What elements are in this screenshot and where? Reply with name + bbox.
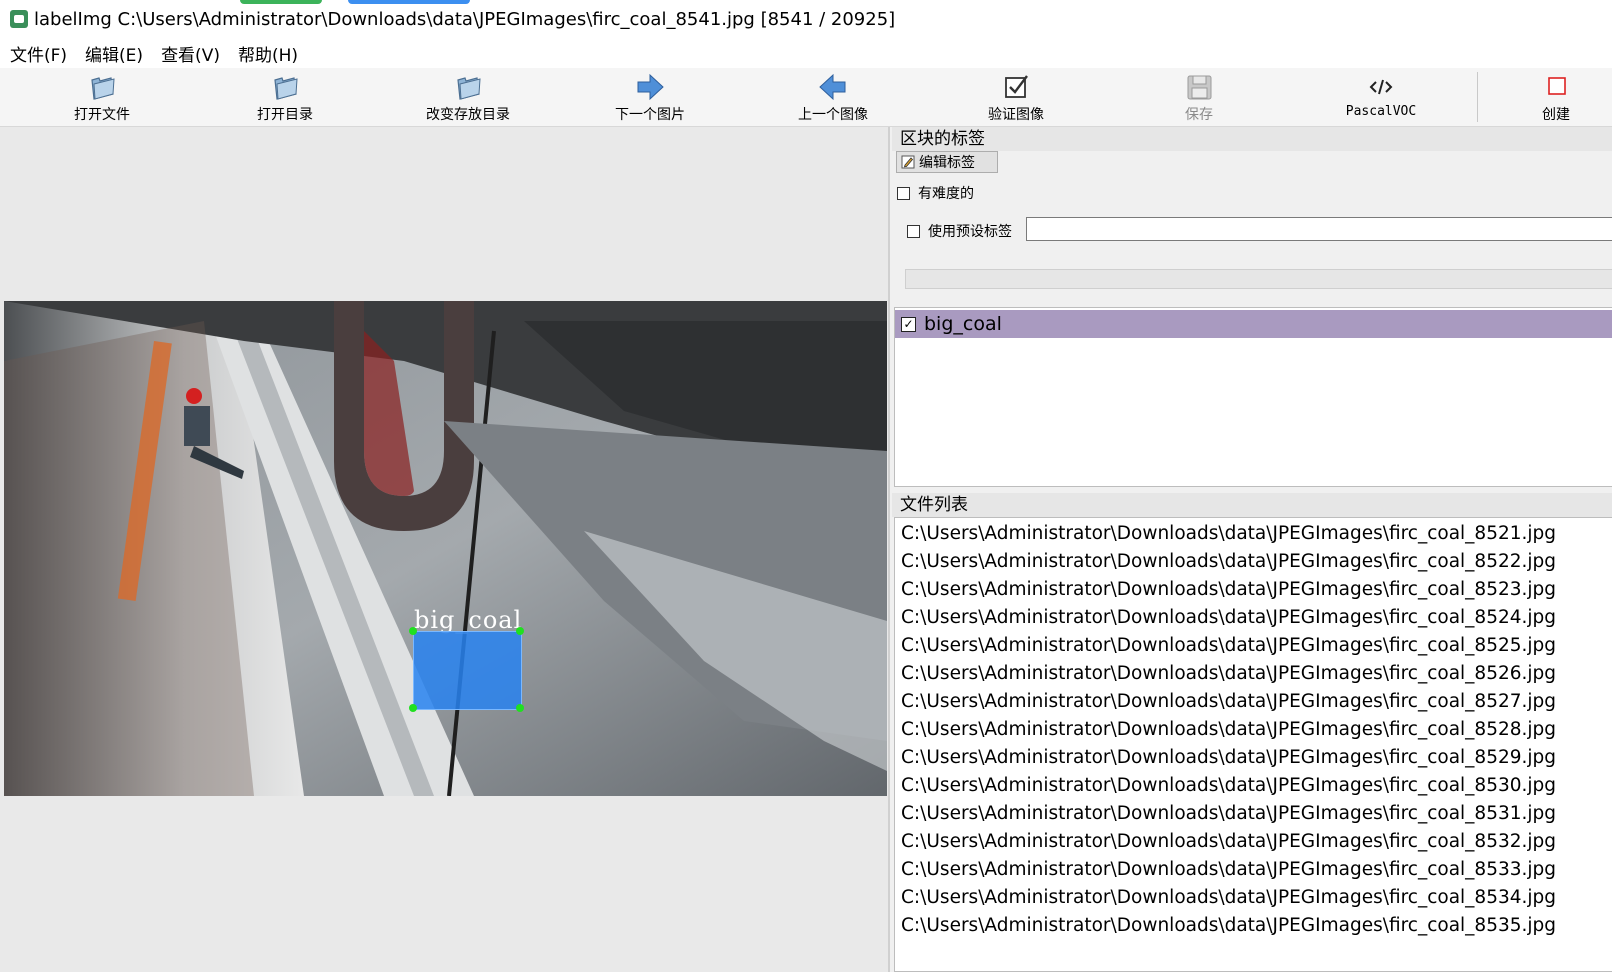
menu-file[interactable]: 文件(F) bbox=[2, 41, 75, 66]
prev-image-label: 上一个图像 bbox=[798, 107, 868, 123]
prev-image-button[interactable]: 上一个图像 bbox=[758, 68, 908, 126]
folder-icon bbox=[453, 72, 483, 102]
edit-label-button[interactable]: 编辑标签 bbox=[896, 151, 998, 173]
file-list-item[interactable]: C:\Users\Administrator\Downloads\data\JP… bbox=[901, 772, 1556, 800]
change-save-dir-label: 改变存放目录 bbox=[426, 107, 510, 123]
title-tab-decoration bbox=[240, 0, 322, 4]
label-list: ✓ big_coal bbox=[894, 307, 1612, 487]
folder-icon bbox=[270, 72, 300, 102]
bbox-handle-bottom-left[interactable] bbox=[409, 704, 417, 712]
file-list-item[interactable]: C:\Users\Administrator\Downloads\data\JP… bbox=[901, 576, 1556, 604]
file-list-item[interactable]: C:\Users\Administrator\Downloads\data\JP… bbox=[901, 688, 1556, 716]
arrow-left-icon bbox=[818, 72, 848, 102]
menu-help[interactable]: 帮助(H) bbox=[230, 41, 306, 66]
file-list-item[interactable]: C:\Users\Administrator\Downloads\data\JP… bbox=[901, 884, 1556, 912]
create-rectbox-button[interactable]: 创建 bbox=[1486, 68, 1612, 126]
checkbox-icon bbox=[1001, 72, 1031, 102]
verify-image-button[interactable]: 验证图像 bbox=[941, 68, 1091, 126]
file-list-item[interactable]: C:\Users\Administrator\Downloads\data\JP… bbox=[901, 828, 1556, 856]
open-file-label: 打开文件 bbox=[74, 107, 130, 123]
label-filter-combobox[interactable] bbox=[905, 269, 1612, 289]
difficult-label: 有难度的 bbox=[918, 186, 974, 202]
label-item-text: big_coal bbox=[924, 313, 1002, 335]
bbox-handle-bottom-right[interactable] bbox=[516, 704, 524, 712]
edit-label-button-text: 编辑标签 bbox=[919, 155, 975, 171]
difficult-checkbox[interactable] bbox=[897, 186, 910, 200]
next-image-button[interactable]: 下一个图片 bbox=[575, 68, 725, 126]
use-default-label-checkbox[interactable] bbox=[907, 224, 920, 238]
labelimg-app-icon bbox=[10, 10, 28, 28]
annotated-image[interactable] bbox=[4, 301, 887, 796]
bbox-label-text: big_coal bbox=[414, 606, 523, 634]
title-tab-decoration bbox=[348, 0, 470, 4]
next-image-label: 下一个图片 bbox=[615, 107, 685, 123]
box-labels-dock-title: 区块的标签 bbox=[892, 127, 1612, 151]
label-list-item[interactable]: ✓ big_coal bbox=[895, 310, 1612, 338]
bbox-handle-top-left[interactable] bbox=[409, 627, 417, 635]
file-list-item[interactable]: C:\Users\Administrator\Downloads\data\JP… bbox=[901, 744, 1556, 772]
open-dir-label: 打开目录 bbox=[257, 107, 313, 123]
folder-icon bbox=[87, 72, 117, 102]
file-list-item[interactable]: C:\Users\Administrator\Downloads\data\JP… bbox=[901, 604, 1556, 632]
file-list-item[interactable]: C:\Users\Administrator\Downloads\data\JP… bbox=[901, 800, 1556, 828]
menu-edit[interactable]: 编辑(E) bbox=[77, 41, 151, 66]
file-list-dock: 文件列表 C:\Users\Administrator\Downloads\da… bbox=[892, 493, 1612, 972]
title-bar: labelImg C:\Users\Administrator\Download… bbox=[0, 0, 1612, 38]
menu-view[interactable]: 查看(V) bbox=[153, 41, 228, 66]
labelimg-window: labelImg C:\Users\Administrator\Download… bbox=[0, 0, 1612, 972]
file-list-item[interactable]: C:\Users\Administrator\Downloads\data\JP… bbox=[901, 716, 1556, 744]
create-box-icon bbox=[1541, 72, 1571, 102]
save-button[interactable]: 保存 bbox=[1124, 68, 1274, 126]
open-file-button[interactable]: 打开文件 bbox=[27, 68, 177, 126]
bounding-box[interactable] bbox=[413, 631, 522, 710]
floppy-disk-icon bbox=[1184, 72, 1214, 102]
file-list-item[interactable]: C:\Users\Administrator\Downloads\data\JP… bbox=[901, 548, 1556, 576]
file-list-dock-title: 文件列表 bbox=[892, 493, 1612, 517]
file-list-item[interactable]: C:\Users\Administrator\Downloads\data\JP… bbox=[901, 660, 1556, 688]
pencil-icon bbox=[901, 155, 915, 169]
toolbar-separator bbox=[1477, 72, 1478, 122]
save-label: 保存 bbox=[1185, 107, 1213, 123]
file-list-item[interactable]: C:\Users\Administrator\Downloads\data\JP… bbox=[901, 856, 1556, 884]
window-title: labelImg C:\Users\Administrator\Download… bbox=[34, 8, 896, 30]
menu-bar: 文件(F) 编辑(E) 查看(V) 帮助(H) bbox=[0, 38, 1612, 68]
box-labels-dock: 区块的标签 编辑标签 有难度的 使用预设标签 ✓ big_coal bbox=[892, 127, 1612, 489]
toolbar: 打开文件 打开目录 改变存放目录 下一个图片 上一个图像 验证图像 保存 Pas… bbox=[0, 68, 1612, 127]
code-icon bbox=[1366, 72, 1396, 102]
default-label-input[interactable] bbox=[1026, 217, 1612, 241]
file-list: C:\Users\Administrator\Downloads\data\JP… bbox=[894, 517, 1612, 972]
difficult-row: 有难度的 bbox=[897, 183, 974, 203]
file-list-item[interactable]: C:\Users\Administrator\Downloads\data\JP… bbox=[901, 520, 1556, 548]
file-list-item[interactable]: C:\Users\Administrator\Downloads\data\JP… bbox=[901, 632, 1556, 660]
format-pascalvoc-button[interactable]: PascalVOC bbox=[1306, 68, 1456, 126]
use-default-label-row: 使用预设标签 bbox=[907, 221, 1012, 241]
format-pascalvoc-label: PascalVOC bbox=[1345, 104, 1417, 119]
label-item-checkbox[interactable]: ✓ bbox=[901, 316, 916, 332]
change-save-dir-button[interactable]: 改变存放目录 bbox=[393, 68, 543, 126]
use-default-label-text: 使用预设标签 bbox=[928, 224, 1012, 240]
verify-image-label: 验证图像 bbox=[988, 107, 1044, 123]
bbox-handle-top-right[interactable] bbox=[516, 627, 524, 635]
file-list-item[interactable]: C:\Users\Administrator\Downloads\data\JP… bbox=[901, 912, 1556, 940]
create-rectbox-label: 创建 bbox=[1542, 107, 1570, 123]
arrow-right-icon bbox=[635, 72, 665, 102]
open-dir-button[interactable]: 打开目录 bbox=[210, 68, 360, 126]
